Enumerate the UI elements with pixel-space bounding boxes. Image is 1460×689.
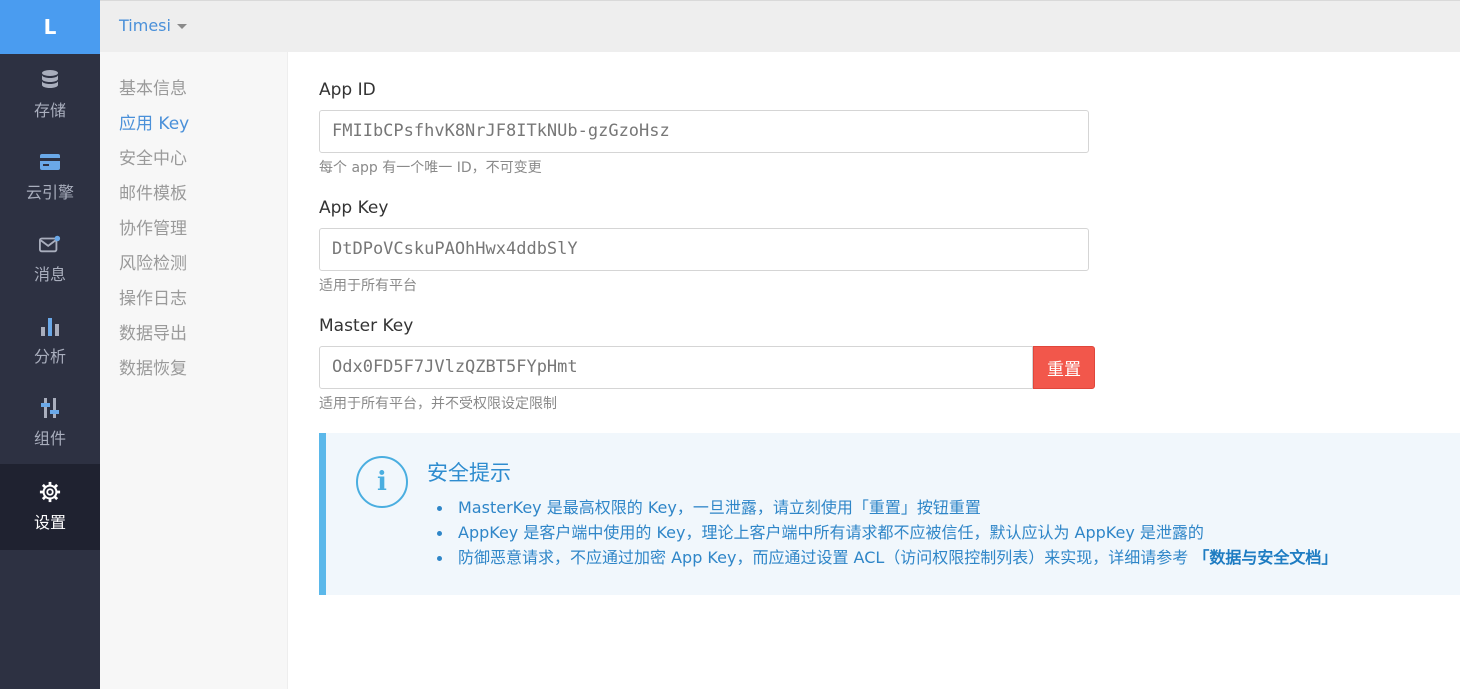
info-icon: i: [356, 456, 408, 508]
settings-subnav: 基本信息 应用 Key 安全中心 邮件模板 协作管理 风险检测 操作日志 数据导…: [100, 52, 288, 689]
master-key-group: Odx0FD5F7JVlzQZBT5FYpHmt 重置: [319, 346, 1095, 389]
rail-item-label: 组件: [33, 429, 66, 448]
security-notice: i 安全提示 MasterKey 是最高权限的 Key，一旦泄露，请立刻使用「重…: [319, 433, 1460, 595]
chevron-down-icon: [176, 24, 187, 29]
subnav-item-data-restore[interactable]: 数据恢复: [100, 352, 287, 387]
subnav-item-basic-info[interactable]: 基本信息: [100, 72, 287, 107]
subnav-item-security-center[interactable]: 安全中心: [100, 142, 287, 177]
subnav-item-email-templates[interactable]: 邮件模板: [100, 177, 287, 212]
database-icon: [39, 69, 61, 91]
app-key-field[interactable]: DtDPoVCskuPAOhHwx4ddbSlY: [319, 228, 1089, 271]
master-key-label: Master Key: [319, 316, 414, 336]
subnav-item-collaboration[interactable]: 协作管理: [100, 212, 287, 247]
subnav-item-app-key[interactable]: 应用 Key: [100, 107, 287, 142]
sliders-icon: [39, 397, 61, 419]
main-rail: L 存储 云引擎 消息 分析 组件 设置: [0, 0, 100, 689]
app-name: Timesi: [119, 16, 171, 35]
main-content: App ID FMIIbCPsfhvK8NrJF8ITkNUb-gzGzoHsz…: [289, 52, 1460, 689]
master-key-help: 适用于所有平台，并不受权限设定限制: [319, 396, 557, 412]
notice-title: 安全提示: [427, 461, 511, 485]
rail-item-messages[interactable]: 消息: [0, 218, 100, 300]
app-id-field[interactable]: FMIIbCPsfhvK8NrJF8ITkNUb-gzGzoHsz: [319, 110, 1089, 153]
rail-item-cloud-engine[interactable]: 云引擎: [0, 136, 100, 218]
rail-item-label: 消息: [33, 265, 66, 284]
app-id-help: 每个 app 有一个唯一 ID，不可变更: [319, 160, 542, 176]
card-icon: [39, 151, 61, 173]
rail-item-label: 设置: [33, 513, 66, 532]
app-id-label: App ID: [319, 80, 376, 100]
rail-item-storage[interactable]: 存储: [0, 54, 100, 136]
bar-chart-icon: [39, 315, 61, 337]
subnav-item-data-export[interactable]: 数据导出: [100, 317, 287, 352]
notice-item: MasterKey 是最高权限的 Key，一旦泄露，请立刻使用「重置」按钮重置: [437, 495, 1337, 520]
rail-item-label: 分析: [33, 347, 66, 366]
data-security-doc-link[interactable]: 「数据与安全文档」: [1193, 548, 1337, 567]
subnav-item-risk-detection[interactable]: 风险检测: [100, 247, 287, 282]
rail-item-label: 云引擎: [25, 183, 74, 202]
app-key-help: 适用于所有平台: [319, 278, 417, 294]
top-bar: Timesi: [100, 0, 1460, 52]
master-key-field[interactable]: Odx0FD5F7JVlzQZBT5FYpHmt: [319, 346, 1033, 389]
message-icon: [39, 233, 61, 255]
rail-item-analytics[interactable]: 分析: [0, 300, 100, 382]
rail-item-label: 存储: [33, 101, 66, 120]
app-switcher[interactable]: Timesi: [119, 16, 187, 35]
gear-icon: [39, 481, 61, 503]
notice-item-text: 防御恶意请求，不应通过加密 App Key，而应通过设置 ACL（访问权限控制列…: [458, 548, 1194, 567]
notice-list: MasterKey 是最高权限的 Key，一旦泄露，请立刻使用「重置」按钮重置 …: [437, 495, 1337, 570]
notice-item: AppKey 是客户端中使用的 Key，理论上客户端中所有请求都不应被信任，默认…: [437, 520, 1337, 545]
app-key-label: App Key: [319, 198, 389, 218]
subnav-item-operation-log[interactable]: 操作日志: [100, 282, 287, 317]
rail-item-components[interactable]: 组件: [0, 382, 100, 464]
notice-item: 防御恶意请求，不应通过加密 App Key，而应通过设置 ACL（访问权限控制列…: [437, 545, 1337, 570]
rail-item-settings[interactable]: 设置: [0, 464, 100, 550]
app-logo[interactable]: L: [0, 0, 100, 54]
reset-master-key-button[interactable]: 重置: [1033, 346, 1095, 389]
